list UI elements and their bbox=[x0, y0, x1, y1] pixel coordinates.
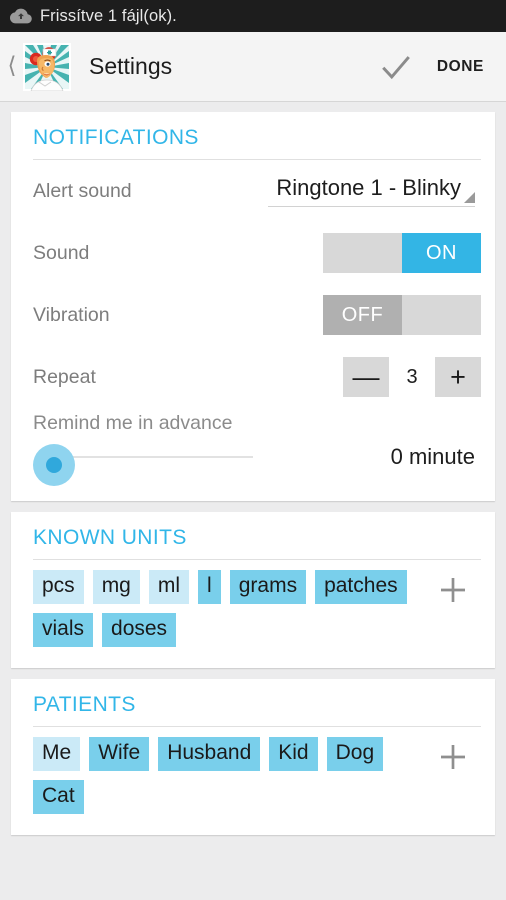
done-button[interactable]: DONE bbox=[427, 32, 506, 101]
known-units-section-title: KNOWN UNITS bbox=[33, 526, 187, 549]
notifications-section-title: NOTIFICATIONS bbox=[33, 126, 199, 149]
notifications-card: NOTIFICATIONS Alert sound Ringtone 1 - B… bbox=[11, 112, 495, 501]
sound-toggle[interactable]: ON bbox=[323, 233, 481, 273]
slider-track bbox=[51, 456, 253, 458]
alert-sound-row[interactable]: Alert sound Ringtone 1 - Blinky bbox=[23, 160, 483, 222]
sound-label: Sound bbox=[33, 241, 90, 264]
vibration-label: Vibration bbox=[33, 303, 110, 326]
patient-chip[interactable]: Husband bbox=[158, 737, 261, 772]
alert-sound-value: Ringtone 1 - Blinky bbox=[268, 175, 475, 207]
repeat-stepper: — 3 + bbox=[343, 357, 481, 397]
alert-sound-label: Alert sound bbox=[33, 179, 132, 202]
alert-sound-spinner[interactable]: Ringtone 1 - Blinky bbox=[268, 175, 481, 207]
repeat-value: 3 bbox=[406, 365, 418, 388]
unit-chip[interactable]: vials bbox=[33, 613, 94, 648]
repeat-label: Repeat bbox=[33, 365, 96, 388]
repeat-row: Repeat — 3 + bbox=[23, 346, 483, 408]
cloud-upload-icon bbox=[10, 8, 32, 24]
spinner-arrow-icon bbox=[464, 192, 475, 203]
action-bar: ⟨ Settings DONE bbox=[0, 32, 506, 102]
unit-chip[interactable]: grams bbox=[229, 570, 307, 605]
known-units-card: KNOWN UNITS pcs mg ml l grams patches vials dos… bbox=[11, 512, 495, 669]
app-screen: Frissítve 1 fájl(ok). ⟨ Settings DONE NO… bbox=[0, 0, 506, 900]
unit-chip[interactable]: pcs bbox=[33, 570, 84, 605]
status-bar: Frissítve 1 fájl(ok). bbox=[0, 0, 506, 32]
patients-card: PATIENTS Me Wife Husband Kid Dog Cat bbox=[11, 679, 495, 836]
patient-chip[interactable]: Me bbox=[33, 737, 81, 772]
patient-chip[interactable]: Wife bbox=[89, 737, 150, 772]
plus-icon bbox=[441, 578, 465, 602]
plus-icon bbox=[441, 745, 465, 770]
unit-chip[interactable]: mg bbox=[92, 570, 140, 605]
remind-in-advance-label: Remind me in advance bbox=[33, 412, 233, 434]
back-chevron-icon[interactable]: ⟨ bbox=[2, 54, 22, 77]
unit-chip[interactable]: l bbox=[198, 570, 221, 605]
remind-in-advance-value: 0 minute bbox=[390, 444, 475, 469]
patient-chip[interactable]: Kid bbox=[269, 737, 318, 772]
vibration-row: Vibration OFF bbox=[23, 284, 483, 346]
remind-in-advance-slider[interactable] bbox=[33, 439, 253, 486]
add-unit-button[interactable] bbox=[423, 570, 483, 608]
unit-chip[interactable]: patches bbox=[315, 570, 407, 605]
unit-chip[interactable]: doses bbox=[102, 613, 177, 648]
settings-content: NOTIFICATIONS Alert sound Ringtone 1 - B… bbox=[0, 102, 506, 836]
action-bar-actions: DONE bbox=[365, 32, 506, 101]
patient-chip[interactable]: Cat bbox=[33, 780, 84, 815]
vibration-toggle-state: OFF bbox=[323, 295, 402, 335]
patient-chip[interactable]: Dog bbox=[326, 737, 384, 772]
vibration-toggle[interactable]: OFF bbox=[323, 295, 481, 335]
patients-chip-list: Me Wife Husband Kid Dog Cat bbox=[33, 737, 423, 823]
page-title: Settings bbox=[89, 53, 173, 79]
sound-toggle-state: ON bbox=[402, 233, 481, 273]
slider-thumb[interactable] bbox=[46, 457, 62, 473]
add-patient-button[interactable] bbox=[423, 737, 483, 775]
known-units-chip-list: pcs mg ml l grams patches vials doses bbox=[33, 570, 423, 656]
sound-row: Sound ON bbox=[23, 222, 483, 284]
remind-in-advance-block: Remind me in advance 0 minute bbox=[23, 408, 483, 489]
patients-section-title: PATIENTS bbox=[33, 693, 136, 717]
repeat-decrement-button[interactable]: — bbox=[343, 357, 389, 397]
nurse-app-icon[interactable] bbox=[23, 42, 71, 91]
repeat-increment-button[interactable]: + bbox=[435, 357, 481, 397]
unit-chip[interactable]: ml bbox=[148, 570, 190, 605]
checkmark-icon[interactable] bbox=[365, 32, 427, 101]
status-bar-text: Frissítve 1 fájl(ok). bbox=[40, 6, 177, 25]
